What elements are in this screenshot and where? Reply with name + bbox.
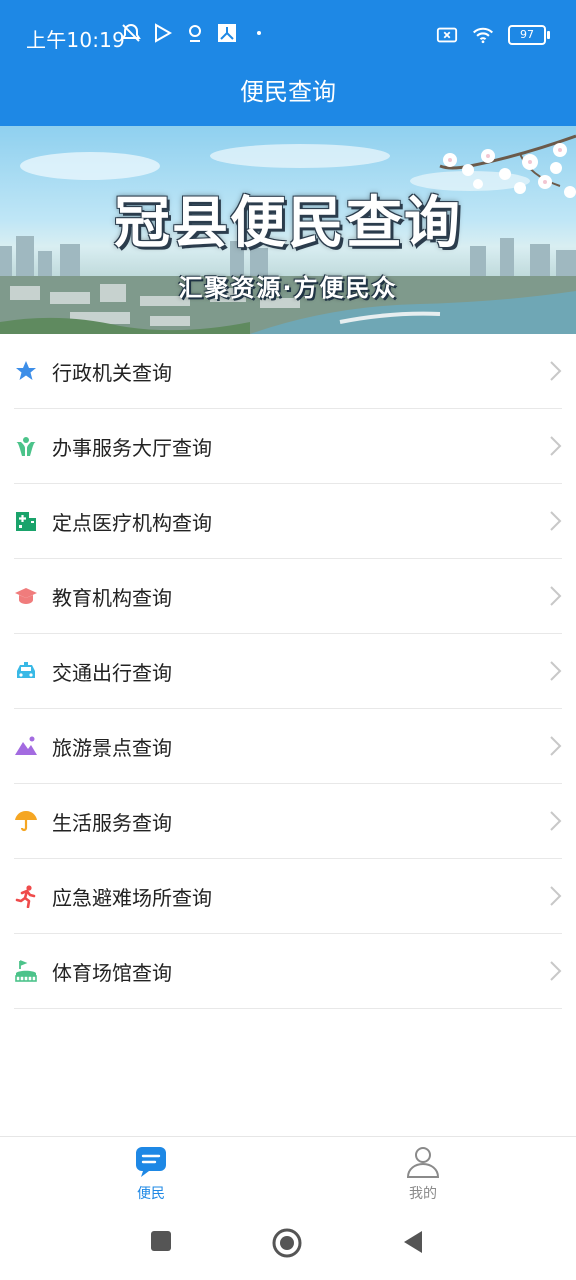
tab-mine[interactable]: 我的 <box>363 1143 483 1203</box>
chat-bubble-icon <box>136 1147 166 1177</box>
banner-image: 冠县便民查询 汇聚资源·方便民众 <box>0 126 576 334</box>
page-title: 便民查询 <box>240 78 336 106</box>
menu-item-label: 旅游景点查询 <box>52 735 172 760</box>
graduation-cap-icon <box>14 584 38 608</box>
chevron-right-icon <box>550 661 562 681</box>
menu-item-label: 办事服务大厅查询 <box>52 435 212 460</box>
tab-bianmin[interactable]: 便民 <box>91 1143 211 1203</box>
menu-item-label: 交通出行查询 <box>52 660 172 685</box>
chevron-right-icon <box>550 736 562 756</box>
umbrella-icon <box>14 809 38 833</box>
chevron-right-icon <box>550 511 562 531</box>
home-icon[interactable] <box>272 1228 302 1258</box>
bottom-tab-bar: 便民 我的 <box>0 1136 576 1209</box>
menu-item-label: 生活服务查询 <box>52 810 172 835</box>
menu-item-label: 行政机关查询 <box>52 360 172 385</box>
hands-icon <box>14 434 38 458</box>
running-person-icon <box>14 884 38 908</box>
location-icon <box>189 25 201 42</box>
menu-item-sports-venue[interactable]: 体育场馆查询 <box>14 934 562 1009</box>
menu-item-admin[interactable]: 行政机关查询 <box>14 334 562 409</box>
battery-icon: 97 <box>508 25 550 45</box>
user-icon <box>406 1147 440 1178</box>
banner-subtitle: 汇聚资源·方便民众 <box>178 274 398 302</box>
play-store-icon <box>155 23 173 43</box>
chevron-right-icon <box>550 586 562 606</box>
chevron-right-icon <box>550 811 562 831</box>
menu-item-education[interactable]: 教育机构查询 <box>14 559 562 634</box>
status-time: 上午10:19 <box>26 28 126 52</box>
battery-level: 97 <box>520 28 534 41</box>
taxi-icon <box>14 659 38 683</box>
chevron-right-icon <box>550 886 562 906</box>
recent-apps-icon[interactable] <box>150 1230 172 1252</box>
sim-x-icon <box>436 27 458 43</box>
mountain-icon <box>14 734 38 758</box>
hospital-icon <box>14 509 38 533</box>
tab-label: 便民 <box>137 1186 165 1202</box>
banner-title: 冠县便民查询 <box>114 190 462 256</box>
menu-item-medical[interactable]: 定点医疗机构查询 <box>14 484 562 559</box>
menu-item-label: 应急避难场所查询 <box>52 885 212 910</box>
app-header: 上午10:19 97 便民查询 <box>0 0 576 126</box>
menu-item-label: 教育机构查询 <box>52 585 172 610</box>
chevron-right-icon <box>550 361 562 381</box>
menu-item-label: 定点医疗机构查询 <box>52 510 212 535</box>
chevron-right-icon <box>550 961 562 981</box>
star-icon <box>14 359 38 383</box>
system-nav-bar <box>0 1208 576 1280</box>
menu-item-emergency-shelter[interactable]: 应急避难场所查询 <box>14 859 562 934</box>
chevron-right-icon <box>550 436 562 456</box>
stadium-icon <box>14 959 38 983</box>
menu-item-transport[interactable]: 交通出行查询 <box>14 634 562 709</box>
wifi-icon <box>472 27 494 44</box>
menu-item-life-service[interactable]: 生活服务查询 <box>14 784 562 859</box>
menu-item-service-hall[interactable]: 办事服务大厅查询 <box>14 409 562 484</box>
tab-label: 我的 <box>409 1186 437 1202</box>
app-icon <box>218 24 236 42</box>
back-icon[interactable] <box>402 1230 424 1254</box>
menu-item-tourism[interactable]: 旅游景点查询 <box>14 709 562 784</box>
status-bar: 上午10:19 97 <box>0 0 576 70</box>
mute-alarm-icon <box>121 23 141 42</box>
dot-icon <box>257 31 261 35</box>
menu-item-label: 体育场馆查询 <box>52 960 172 985</box>
query-menu-list: 行政机关查询 办事服务大厅查询 定点医疗机构查询 教育机构查询 交通出行查询 旅… <box>0 334 576 1009</box>
